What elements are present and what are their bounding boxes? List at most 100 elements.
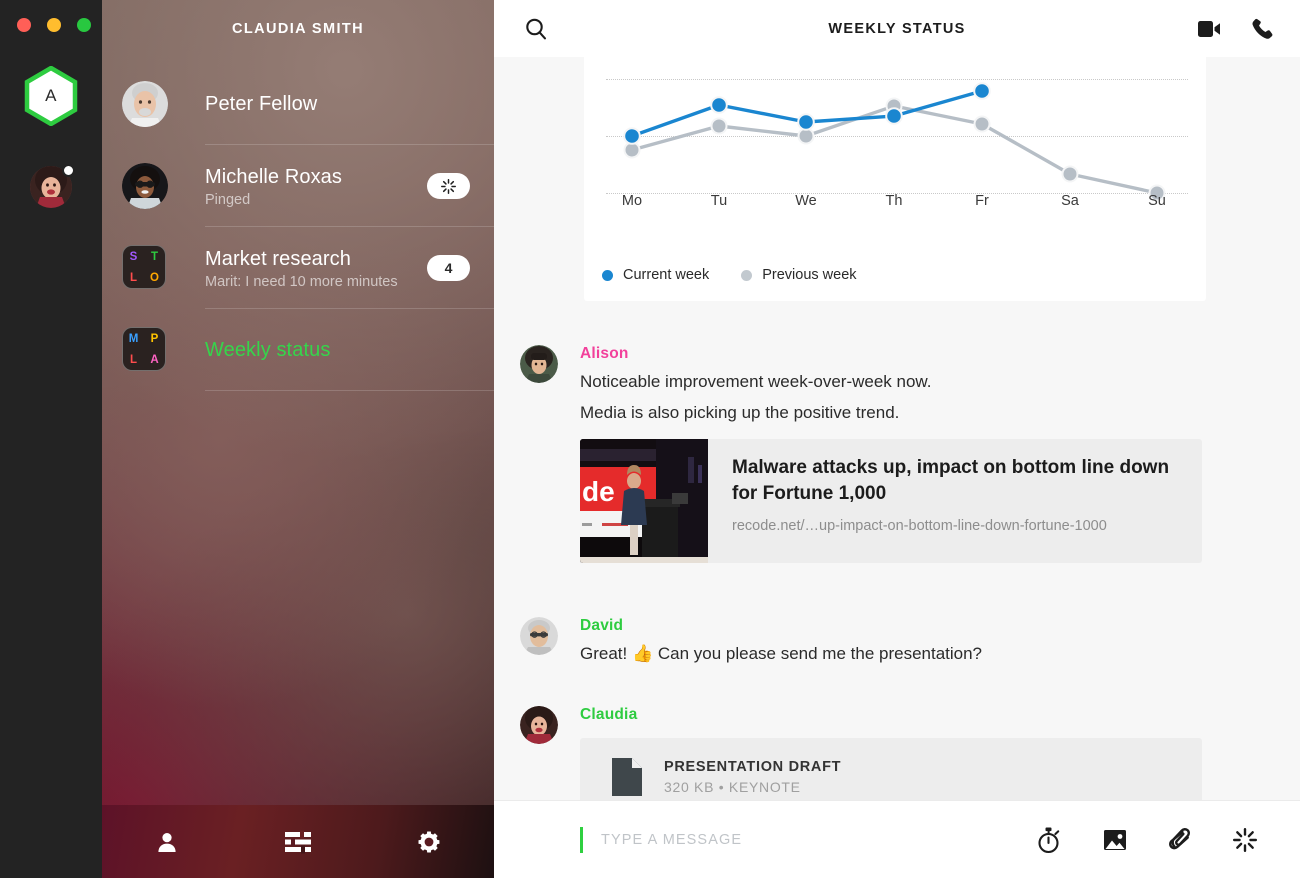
message-line: Great! 👍 Can you please send me the pres… [580, 644, 983, 663]
conference-stage-photo: de [580, 438, 708, 563]
filters-button[interactable] [233, 830, 364, 854]
avatar [122, 81, 168, 127]
rail-user-avatar[interactable] [30, 164, 75, 208]
conversation-title: Weekly status [205, 338, 331, 361]
x-tick: We [795, 193, 817, 209]
avatar [520, 345, 558, 383]
message-line: Noticeable improvement week-over-week no… [580, 372, 932, 391]
chat-header: WEEKLY STATUS [494, 0, 1300, 57]
search-icon [526, 18, 547, 39]
conversation-subtitle: Pinged [205, 191, 251, 208]
timer-icon [1038, 827, 1060, 853]
conversation-title: Market research [205, 247, 351, 270]
group-letter: A [150, 353, 159, 366]
avatar [122, 163, 168, 209]
message-line: Media is also picking up the positive tr… [580, 402, 900, 422]
ping-icon [441, 178, 456, 194]
image-icon [1104, 829, 1126, 850]
line-chart: Mo Tu We Th Fr Sa Su [584, 57, 1206, 277]
message-input[interactable]: TYPE A MESSAGE [601, 832, 1036, 848]
message-claudia: Claudia PRESENTATION DRAFT 320 KB • KEYN… [494, 706, 1300, 800]
sidebar-toolbar [102, 805, 494, 878]
x-tick: Su [1148, 193, 1166, 209]
settings-button[interactable] [363, 829, 494, 855]
person-icon [158, 832, 176, 852]
link-preview-card[interactable]: de Malware attacks up, impact on bottom … [580, 438, 1202, 563]
file-meta: 320 KB • KEYNOTE [664, 779, 801, 795]
group-letter: S [129, 250, 138, 263]
link-preview-title: Malware attacks up, impact on bottom lin… [732, 456, 1170, 504]
message-author: David [580, 617, 624, 634]
avatar [520, 617, 558, 655]
conversation-item-michelle-roxas[interactable]: Michelle Roxas Pinged [102, 145, 494, 227]
ping-badge[interactable] [427, 173, 470, 199]
group-letter: L [129, 353, 138, 366]
window-traffic-lights [17, 18, 91, 32]
group-avatar-tiles: M P L A [122, 327, 166, 371]
team-badge-hexagon[interactable]: A [24, 66, 78, 126]
message-scroll-area[interactable]: Mo Tu We Th Fr Sa Su Current week Previo… [494, 57, 1300, 800]
conversation-list: Peter Fellow Michelle Roxas Pinged S T L… [102, 63, 494, 391]
claudia-avatar-image [520, 706, 558, 744]
file-name: PRESENTATION DRAFT [664, 759, 842, 775]
conversation-sidebar: CLAUDIA SMITH Peter Fellow Michelle Roxa… [102, 0, 494, 878]
attach-button[interactable] [1168, 826, 1192, 854]
conversation-title: Peter Fellow [205, 92, 318, 115]
voice-call-button[interactable] [1250, 17, 1274, 41]
page-title: CLAUDIA SMITH [231, 21, 365, 37]
phone-icon [1252, 18, 1273, 39]
timer-button[interactable] [1036, 826, 1062, 854]
close-button[interactable] [17, 18, 31, 32]
svg-text:de: de [582, 476, 615, 507]
conversation-subtitle: Marit: I need 10 more minutes [205, 273, 398, 290]
gear-icon [418, 831, 440, 852]
chart-series-layer [623, 82, 1166, 202]
left-rail: A [0, 0, 102, 878]
group-letter: P [150, 332, 159, 345]
paperclip-icon [1169, 827, 1190, 849]
chat-title: WEEKLY STATUS [828, 20, 966, 37]
group-letter: L [129, 271, 138, 284]
avatar: S T L O [122, 245, 168, 291]
group-letter: M [128, 332, 139, 345]
michelle-avatar-image [122, 163, 168, 209]
ping-icon [1232, 827, 1258, 852]
group-letter: O [150, 271, 159, 284]
zoom-button[interactable] [77, 18, 91, 32]
x-tick: Th [885, 193, 903, 209]
link-preview-url: recode.net/…up-impact-on-bottom-line-dow… [732, 518, 1107, 535]
team-badge-letter: A [45, 86, 57, 105]
message-author: Alison [580, 345, 629, 362]
weekly-status-chart-card: Mo Tu We Th Fr Sa Su Current week Previo… [584, 57, 1206, 301]
x-axis-tick-labels: Mo Tu We Th Fr Sa Su [584, 193, 1206, 219]
file-attachment-card[interactable]: PRESENTATION DRAFT 320 KB • KEYNOTE [580, 738, 1202, 800]
message-alison: Alison Noticeable improvement week-over-… [494, 345, 1300, 563]
group-avatar-tiles: S T L O [122, 245, 166, 289]
avatar [520, 706, 558, 744]
message-composer: TYPE A MESSAGE [494, 800, 1300, 878]
conversation-item-weekly-status[interactable]: M P L A Weekly status [102, 309, 494, 391]
group-letter: T [150, 250, 159, 263]
message-david: David Great! 👍 Can you please send me th… [494, 617, 1300, 666]
ping-button[interactable] [1232, 827, 1258, 853]
conversation-item-market-research[interactable]: S T L O Market research Marit: I need 10… [102, 227, 494, 309]
x-tick: Mo [621, 193, 643, 209]
message-author: Claudia [580, 706, 638, 723]
avatar: M P L A [122, 327, 168, 373]
search-button[interactable] [524, 17, 548, 41]
video-call-button[interactable] [1196, 19, 1222, 39]
unread-count-badge: 4 [427, 255, 470, 281]
conversation-title: Michelle Roxas [205, 165, 343, 188]
text-caret [580, 826, 583, 853]
video-call-icon [1198, 20, 1220, 37]
alison-avatar-image [520, 345, 558, 383]
app-window: A CLAUDIA SMITH Peter Fellow Michelle Ro… [0, 0, 1300, 878]
list-divider [205, 390, 494, 391]
chat-panel: WEEKLY STATUS Mo Tu We Th Fr Sa Su Curre… [494, 0, 1300, 878]
image-button[interactable] [1102, 827, 1128, 853]
status-badge [62, 164, 75, 177]
minimize-button[interactable] [47, 18, 61, 32]
contacts-button[interactable] [102, 830, 233, 854]
conversation-item-peter-fellow[interactable]: Peter Fellow [102, 63, 494, 145]
x-tick: Sa [1061, 193, 1079, 209]
